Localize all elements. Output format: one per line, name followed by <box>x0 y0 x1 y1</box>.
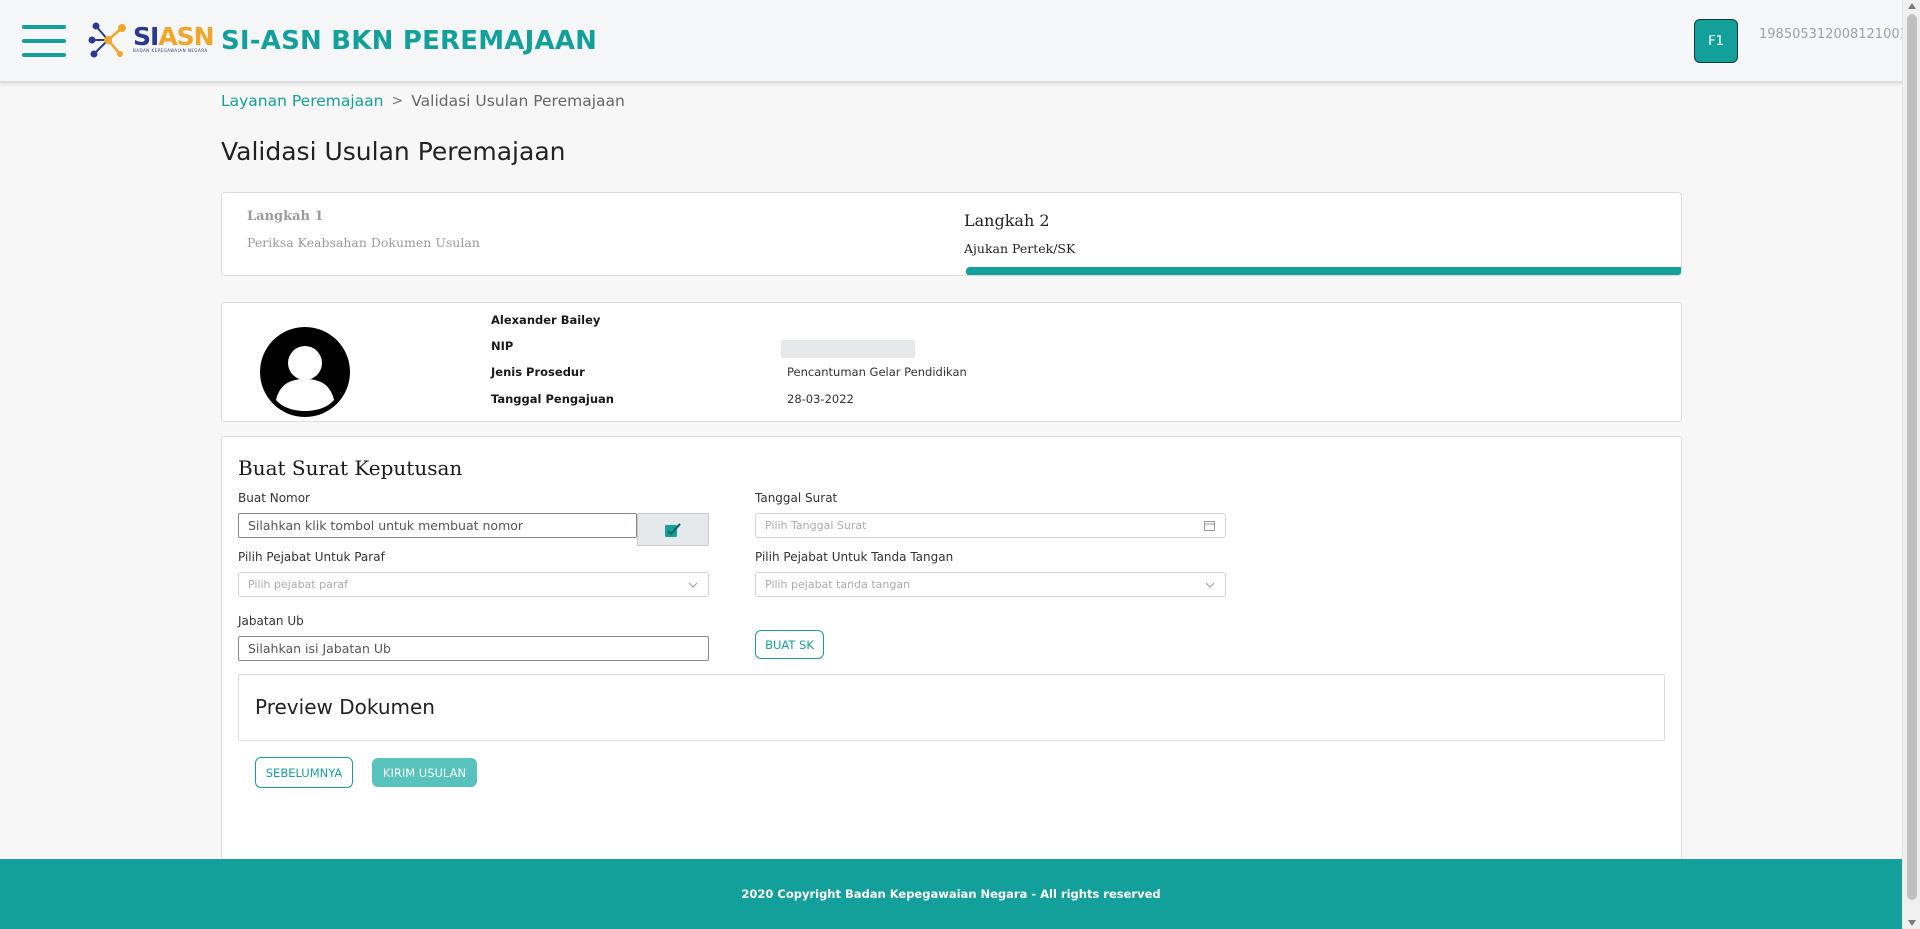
active-step-indicator <box>966 267 1681 275</box>
profile-card: Alexander Bailey NIP Jenis Prosedur Penc… <box>221 302 1682 422</box>
user-avatar-icon <box>260 327 350 417</box>
scroll-down-icon[interactable] <box>1908 920 1916 926</box>
user-nip: 198505312008121001 <box>1759 27 1908 42</box>
logo-emblem-icon <box>88 22 126 58</box>
footer-copyright: 2020 Copyright Badan Kepegawaian Negara … <box>741 887 1161 901</box>
tanggal-pengajuan-label: Tanggal Pengajuan <box>491 392 614 406</box>
preview-title: Preview Dokumen <box>255 695 435 719</box>
section-title: Buat Surat Keputusan <box>238 456 463 480</box>
jenis-prosedur-value: Pencantuman Gelar Pendidikan <box>787 365 967 379</box>
chevron-down-icon <box>1205 579 1215 592</box>
surat-keputusan-card: Buat Surat Keputusan Buat Nomor Silahkan… <box>221 436 1682 860</box>
tanggal-pengajuan-value: 28-03-2022 <box>787 392 854 406</box>
nomor-input[interactable]: Silahkan klik tombol untuk membuat nomor <box>238 513 637 538</box>
breadcrumb: Layanan Peremajaan > Validasi Usulan Per… <box>221 92 625 110</box>
edit-check-icon <box>665 522 681 537</box>
vertical-scrollbar[interactable] <box>1902 0 1920 929</box>
preview-dokumen-panel: Preview Dokumen <box>238 674 1665 741</box>
menu-icon[interactable] <box>22 25 66 57</box>
kirim-usulan-button[interactable]: KIRIM USULAN <box>372 758 477 787</box>
footer: 2020 Copyright Badan Kepegawaian Negara … <box>0 859 1902 929</box>
profile-name: Alexander Bailey <box>491 313 601 327</box>
jenis-prosedur-label: Jenis Prosedur <box>491 365 585 379</box>
step-1-title: Langkah 1 <box>247 209 324 224</box>
nip-value <box>781 340 915 358</box>
logo-subtitle: BADAN KEPEGAWAIAN NEGARA <box>133 48 208 53</box>
logo-wordmark: SIASN <box>133 22 215 51</box>
paraf-placeholder: Pilih pejabat paraf <box>248 578 348 591</box>
tanggal-surat-input[interactable]: Pilih Tanggal Surat <box>755 513 1226 538</box>
paraf-select[interactable]: Pilih pejabat paraf <box>238 572 709 597</box>
step-2-title: Langkah 2 <box>964 211 1050 230</box>
jabatan-ub-input[interactable]: Silahkan isi Jabatan Ub <box>238 636 709 661</box>
buat-nomor-label: Buat Nomor <box>238 491 310 505</box>
ttd-select[interactable]: Pilih pejabat tanda tangan <box>755 572 1226 597</box>
nip-label: NIP <box>491 339 514 353</box>
chevron-right-icon: > <box>391 93 404 109</box>
sebelumnya-button[interactable]: SEBELUMNYA <box>255 757 353 788</box>
stepper: Langkah 1 Periksa Keabsahan Dokumen Usul… <box>221 192 1682 276</box>
chevron-down-icon <box>688 579 698 592</box>
paraf-label: Pilih Pejabat Untuk Paraf <box>238 550 385 564</box>
user-avatar-button[interactable]: F1 <box>1694 19 1738 63</box>
breadcrumb-layanan-link[interactable]: Layanan Peremajaan <box>221 92 384 110</box>
calendar-icon[interactable] <box>1204 520 1215 534</box>
tanggal-surat-placeholder: Pilih Tanggal Surat <box>765 519 867 532</box>
generate-nomor-button[interactable] <box>637 513 709 546</box>
scroll-thumb[interactable] <box>1907 14 1917 900</box>
step-2[interactable]: Langkah 2 Ajukan Pertek/SK <box>964 211 1075 256</box>
step-1[interactable]: Langkah 1 Periksa Keabsahan Dokumen Usul… <box>247 209 480 250</box>
top-header: SIASN BADAN KEPEGAWAIAN NEGARA SI-ASN BK… <box>0 0 1908 83</box>
ttd-placeholder: Pilih pejabat tanda tangan <box>765 578 911 591</box>
breadcrumb-current: Validasi Usulan Peremajaan <box>411 92 625 110</box>
buat-sk-button[interactable]: BUAT SK <box>755 630 824 659</box>
step-2-subtitle: Ajukan Pertek/SK <box>964 241 1076 256</box>
jabatan-ub-label: Jabatan Ub <box>238 614 304 628</box>
page-title: Validasi Usulan Peremajaan <box>221 137 566 166</box>
scroll-up-icon[interactable] <box>1908 3 1916 9</box>
app-title: SI-ASN BKN PEREMAJAAN <box>221 26 598 56</box>
ttd-label: Pilih Pejabat Untuk Tanda Tangan <box>755 550 954 564</box>
tanggal-surat-label: Tanggal Surat <box>755 491 838 505</box>
step-1-subtitle: Periksa Keabsahan Dokumen Usulan <box>247 235 480 250</box>
